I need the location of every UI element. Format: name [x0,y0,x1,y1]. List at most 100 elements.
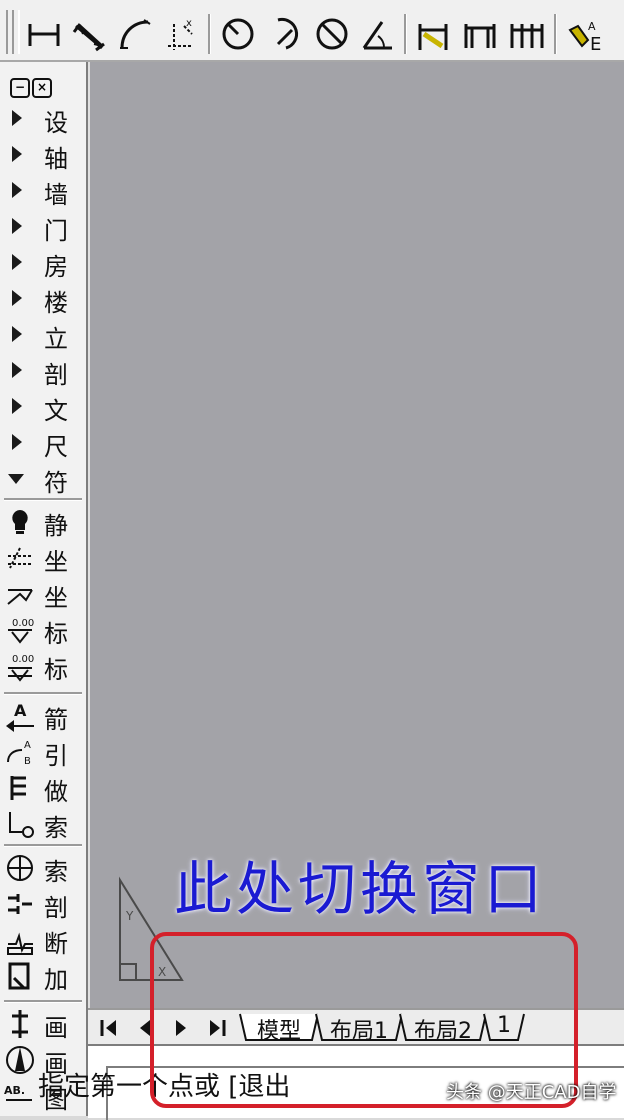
sidebar-tool-item[interactable]: AB 引 [0,734,84,770]
sidebar-tool-item[interactable]: 0.00 标 [0,648,84,684]
dimension-toolbar: x AE [0,0,624,62]
tool-item-label: 坐 [44,548,68,576]
tool-item-label: 索 [44,858,68,886]
sidebar-tool-item[interactable]: 索 [0,850,84,886]
last-tab-icon[interactable] [202,1014,232,1042]
tab-label: 布局1 [330,1019,388,1044]
dimension-coordinate-icon[interactable]: x [162,16,198,52]
tab-layout-extra[interactable]: 1 [482,1012,526,1042]
sidebar-menu-item[interactable]: 轴 [0,136,84,173]
triangle-right-icon [12,218,22,234]
dimension-arc-icon[interactable] [116,16,152,52]
index-point-icon [9,812,34,838]
dimension-door-window-icon[interactable] [462,16,498,52]
menu-group-separator [4,844,82,847]
dimension-angle-icon[interactable] [360,16,396,52]
sidebar-menu-item[interactable]: 剖 [0,352,84,389]
break-line-icon [7,932,33,955]
sidebar-menu-item[interactable]: 立 [0,316,84,353]
sidebar-tool-item[interactable]: 加 [0,958,84,994]
tab-label: 模型 [256,1019,301,1044]
svg-text:B: B [24,756,31,767]
menu-item-label: 门 [44,217,68,245]
dimension-linear-icon[interactable] [26,16,62,52]
index-symbol-icon [7,855,33,881]
toolbar-separator [404,14,407,54]
panel-close-icon[interactable]: × [32,78,52,98]
triangle-right-icon [12,326,22,342]
dimension-diameter-icon[interactable] [314,16,350,52]
tool-item-label: 加 [44,966,68,994]
tool-item-label: 坐 [44,584,68,612]
triangle-down-icon [8,474,24,484]
sidebar-tool-item[interactable]: 剖 [0,886,84,922]
menu-group-separator [4,692,82,695]
svg-text:0.00: 0.00 [12,654,34,665]
panel-controls: − × [10,76,54,98]
panel-collapse-icon[interactable]: − [10,78,30,98]
dimension-arc-radius-icon[interactable] [268,16,304,52]
finish-table-icon [10,776,26,800]
triangle-right-icon [12,254,22,270]
dimension-radius-icon[interactable] [220,16,256,52]
tool-item-label: 断 [44,930,68,958]
svg-text:A: A [588,20,596,33]
add-break-icon [8,962,30,990]
coordinate-icon [8,547,32,569]
triangle-right-icon [12,398,22,414]
menu-item-label: 尺 [44,433,68,461]
triangle-right-icon [12,362,22,378]
tab-model[interactable]: 模型 [238,1012,320,1044]
tab-layout1[interactable]: 布局1 [314,1012,404,1044]
sidebar-tool-item[interactable]: 静 [0,504,84,540]
sidebar-tool-item[interactable]: 坐 [0,540,84,576]
prev-tab-icon[interactable] [130,1014,160,1042]
menu-item-label: 轴 [44,145,68,173]
layout-tab-bar: 模型 布局1 布局2 1 [88,1008,624,1044]
tab-label: 1 [497,1013,511,1038]
drawing-name-icon: AB. [4,1084,32,1101]
svg-text:0.00: 0.00 [12,618,34,629]
tool-item-label: 做 [44,778,68,806]
dimension-wall-icon[interactable] [416,16,452,52]
svg-text:AB.: AB. [4,1084,25,1097]
toolbar-grip-2[interactable] [12,10,20,54]
sidebar-menu-item[interactable]: 符 [0,460,84,497]
sidebar-menu-item[interactable]: 设 [0,100,84,137]
leader-icon: AB [7,740,31,767]
triangle-right-icon [12,290,22,306]
sidebar-menu-item[interactable]: 楼 [0,280,84,317]
tool-item-label: 引 [44,742,68,770]
sidebar-menu-item[interactable]: 房 [0,244,84,281]
tool-item-label: 剖 [44,894,68,922]
sidebar-tool-item[interactable]: 索 [0,806,84,842]
dimension-chain-icon[interactable] [508,16,544,52]
tool-item-label: 标 [44,620,68,648]
text-style-icon[interactable]: AE [566,16,602,55]
svg-text:A: A [14,701,27,720]
sidebar-tool-item[interactable]: 0.00 标 [0,612,84,648]
sidebar-tool-item[interactable]: 做 [0,770,84,806]
watermark-logo-icon [415,1081,435,1101]
sidebar-menu-item[interactable]: 文 [0,388,84,425]
sidebar-menu-item[interactable]: 墙 [0,172,84,209]
sidebar-tool-item[interactable]: 断 [0,922,84,958]
tab-layout2[interactable]: 布局2 [398,1012,488,1044]
tool-item-label: 索 [44,814,68,842]
sidebar-tool-item[interactable]: 画 [0,1006,84,1042]
sidebar-tool-item[interactable]: A箭 [0,698,84,734]
toolbar-separator [208,14,211,54]
menu-item-label: 设 [44,109,68,137]
elevation-mark-icon: 0.00 [8,618,34,644]
bulb-icon [12,510,28,534]
dimension-aligned-icon[interactable] [72,16,108,52]
menu-group-separator [4,1000,82,1003]
first-tab-icon[interactable] [94,1014,124,1042]
triangle-right-icon [12,182,22,198]
next-tab-icon[interactable] [166,1014,196,1042]
sidebar-tool-item[interactable]: 坐 [0,576,84,612]
north-arrow-icon [6,1046,34,1074]
tab-label: 布局2 [414,1019,472,1044]
sidebar-menu-item[interactable]: 尺 [0,424,84,461]
sidebar-menu-item[interactable]: 门 [0,208,84,245]
